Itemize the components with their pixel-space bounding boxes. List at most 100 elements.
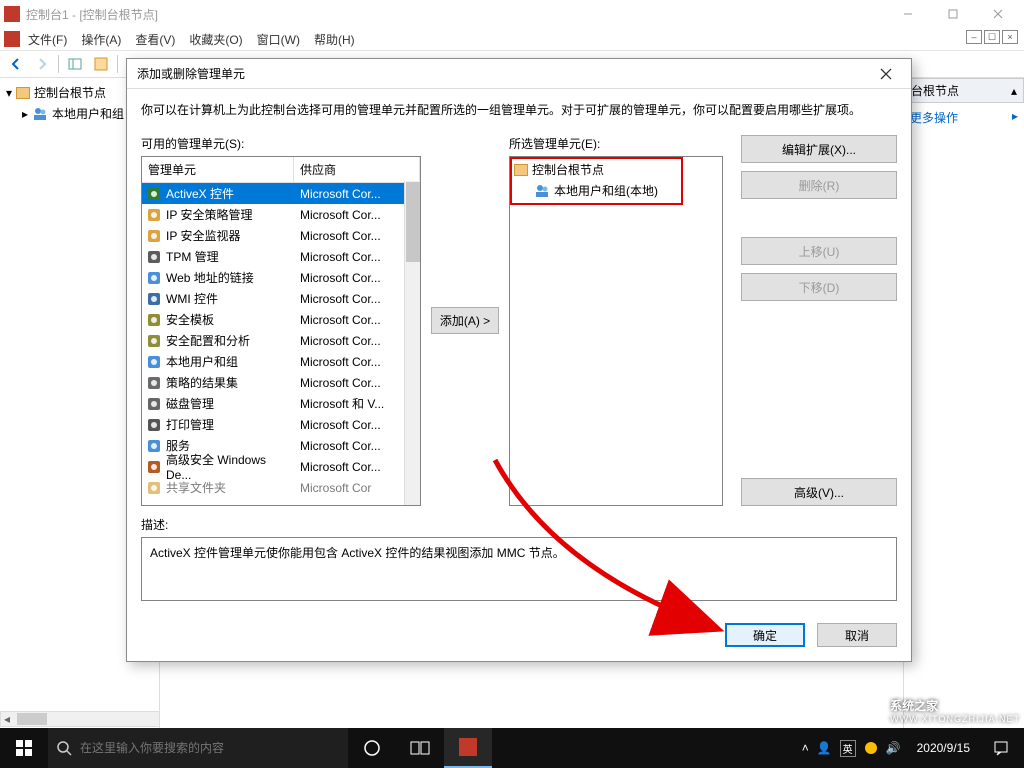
- snapin-icon: [146, 312, 162, 328]
- show-hide-tree-button[interactable]: [63, 53, 87, 75]
- snapin-icon: [146, 291, 162, 307]
- users-icon: [32, 106, 48, 122]
- snapin-name: TPM 管理: [166, 248, 219, 265]
- back-button[interactable]: [4, 53, 28, 75]
- snapin-icon: [146, 480, 162, 496]
- main-titlebar: 控制台1 - [控制台根节点]: [0, 0, 1024, 28]
- snapin-icon: [146, 396, 162, 412]
- start-button[interactable]: [0, 728, 48, 768]
- available-snapins-list[interactable]: 管理单元 供应商 ActiveX 控件Microsoft Cor...IP 安全…: [141, 156, 421, 506]
- selected-label: 所选管理单元(E):: [509, 135, 723, 152]
- snapin-row[interactable]: 本地用户和组Microsoft Cor...: [142, 351, 420, 372]
- people-icon[interactable]: 👤: [817, 741, 832, 755]
- taskbar-clock[interactable]: 2020/9/15: [909, 741, 978, 755]
- selected-snapins-tree[interactable]: 控制台根节点 本地用户和组(本地): [509, 156, 723, 506]
- col-vendor[interactable]: 供应商: [294, 157, 420, 182]
- snapin-vendor: Microsoft Cor...: [294, 460, 420, 474]
- dialog-intro: 你可以在计算机上为此控制台选择可用的管理单元并配置所选的一组管理单元。对于可扩展…: [141, 101, 897, 119]
- snapin-name: IP 安全策略管理: [166, 206, 252, 223]
- users-icon: [534, 183, 550, 199]
- move-down-button[interactable]: 下移(D): [741, 273, 897, 301]
- volume-icon[interactable]: 🔊: [886, 741, 901, 755]
- snapin-row[interactable]: 高级安全 Windows De...Microsoft Cor...: [142, 456, 420, 477]
- snapin-name: 安全配置和分析: [166, 332, 250, 349]
- mdi-min[interactable]: –: [966, 30, 982, 44]
- snapin-row[interactable]: WMI 控件Microsoft Cor...: [142, 288, 420, 309]
- menu-file[interactable]: 文件(F): [22, 29, 73, 50]
- snapin-row[interactable]: IP 安全监视器Microsoft Cor...: [142, 225, 420, 246]
- tree-root-label: 控制台根节点: [34, 84, 106, 101]
- snapin-name: 高级安全 Windows De...: [166, 451, 294, 482]
- snapin-name: 磁盘管理: [166, 395, 214, 412]
- ok-button[interactable]: 确定: [725, 623, 805, 647]
- taskbar-search[interactable]: [48, 728, 348, 768]
- add-button[interactable]: 添加(A) >: [431, 307, 499, 334]
- menu-action[interactable]: 操作(A): [75, 29, 127, 50]
- snapin-vendor: Microsoft Cor...: [294, 439, 420, 453]
- snapin-vendor: Microsoft Cor...: [294, 334, 420, 348]
- snapin-name: 共享文件夹: [166, 479, 226, 496]
- snapin-vendor: Microsoft Cor: [294, 481, 420, 495]
- menu-window[interactable]: 窗口(W): [251, 29, 306, 50]
- search-input[interactable]: [80, 741, 340, 755]
- selected-child[interactable]: 本地用户和组(本地): [514, 178, 718, 203]
- snapin-row[interactable]: TPM 管理Microsoft Cor...: [142, 246, 420, 267]
- selected-root[interactable]: 控制台根节点: [514, 161, 718, 178]
- action-pane: 台根节点 ▴ 更多操作 ▸: [904, 78, 1024, 728]
- forward-button[interactable]: [30, 53, 54, 75]
- mdi-max[interactable]: ☐: [984, 30, 1000, 44]
- snapin-row[interactable]: 共享文件夹 Microsoft Cor: [142, 477, 420, 498]
- snapin-vendor: Microsoft Cor...: [294, 313, 420, 327]
- task-view-icon[interactable]: [396, 728, 444, 768]
- mdi-close[interactable]: ×: [1002, 30, 1018, 44]
- snapin-vendor: Microsoft Cor...: [294, 292, 420, 306]
- snapin-row[interactable]: 打印管理Microsoft Cor...: [142, 414, 420, 435]
- cancel-button[interactable]: 取消: [817, 623, 897, 647]
- dialog-close-button[interactable]: [871, 62, 901, 86]
- snapin-row[interactable]: 安全配置和分析 Microsoft Cor...: [142, 330, 420, 351]
- more-actions[interactable]: 更多操作: [910, 111, 958, 125]
- chevron-down-icon[interactable]: ▴: [1011, 84, 1017, 98]
- snapin-row[interactable]: 安全模板Microsoft Cor...: [142, 309, 420, 330]
- menu-fav[interactable]: 收藏夹(O): [183, 29, 248, 50]
- ime-icon[interactable]: 英: [840, 740, 856, 757]
- properties-button[interactable]: [89, 53, 113, 75]
- snapin-vendor: Microsoft Cor...: [294, 418, 420, 432]
- snapin-vendor: Microsoft Cor...: [294, 208, 420, 222]
- snapin-icon: [146, 228, 162, 244]
- list-scrollbar[interactable]: [404, 181, 420, 505]
- system-tray[interactable]: ˄ 👤 英 🔊: [794, 740, 909, 757]
- cortana-icon[interactable]: [348, 728, 396, 768]
- advanced-button[interactable]: 高级(V)...: [741, 478, 897, 506]
- remove-button[interactable]: 删除(R): [741, 171, 897, 199]
- action-pane-title: 台根节点: [911, 82, 959, 99]
- taskbar: ˄ 👤 英 🔊 2020/9/15: [0, 728, 1024, 768]
- snapin-vendor: Microsoft Cor...: [294, 187, 420, 201]
- edit-extensions-button[interactable]: 编辑扩展(X)...: [741, 135, 897, 163]
- dialog-title: 添加或删除管理单元: [137, 65, 871, 82]
- horizontal-scrollbar[interactable]: ◂: [0, 711, 160, 727]
- watermark: 系统之家 WWW.XITONGZHIJIA.NET: [848, 694, 1020, 726]
- tray-up-icon[interactable]: ˄: [802, 741, 809, 755]
- snapin-row[interactable]: IP 安全策略管理 Microsoft Cor...: [142, 204, 420, 225]
- snapin-row[interactable]: ActiveX 控件Microsoft Cor...: [142, 183, 420, 204]
- snapin-name: IP 安全监视器: [166, 227, 240, 244]
- search-icon: [56, 740, 72, 756]
- menubar: 文件(F) 操作(A) 查看(V) 收藏夹(O) 窗口(W) 帮助(H): [0, 28, 1024, 50]
- snapin-row[interactable]: Web 地址的链接Microsoft Cor...: [142, 267, 420, 288]
- minimize-button[interactable]: [885, 0, 930, 28]
- menu-help[interactable]: 帮助(H): [308, 29, 361, 50]
- menu-view[interactable]: 查看(V): [129, 29, 181, 50]
- col-snapin[interactable]: 管理单元: [142, 157, 294, 182]
- snapin-icon: [146, 186, 162, 202]
- add-remove-snapin-dialog: 添加或删除管理单元 你可以在计算机上为此控制台选择可用的管理单元并配置所选的一组…: [126, 58, 912, 662]
- close-button[interactable]: [975, 0, 1020, 28]
- snapin-row[interactable]: 磁盘管理Microsoft 和 V...: [142, 393, 420, 414]
- move-up-button[interactable]: 上移(U): [741, 237, 897, 265]
- folder-icon: [16, 87, 30, 99]
- mmc-task-icon[interactable]: [444, 728, 492, 768]
- notifications-icon[interactable]: [978, 728, 1024, 768]
- security-icon[interactable]: [864, 741, 878, 755]
- snapin-row[interactable]: 策略的结果集Microsoft Cor...: [142, 372, 420, 393]
- maximize-button[interactable]: [930, 0, 975, 28]
